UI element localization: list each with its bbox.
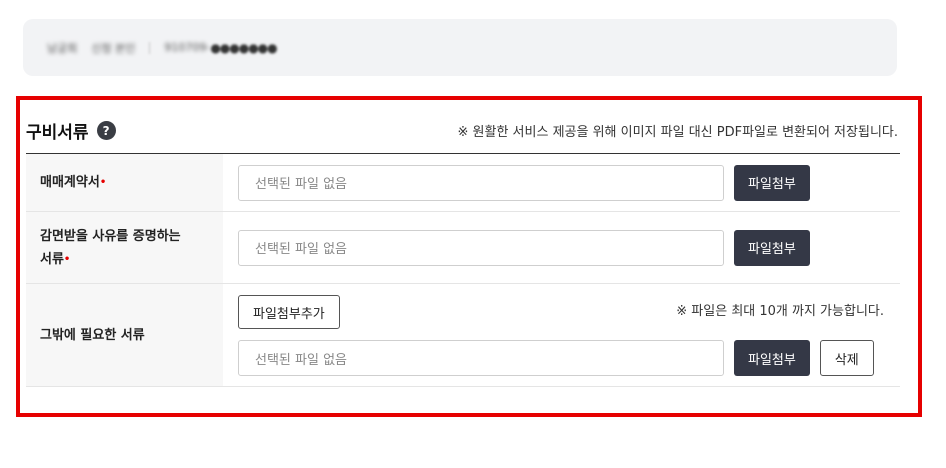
file-input[interactable]: 선택된 파일 없음 [238, 164, 724, 201]
row-label: 감면받을 사유를 증명하는 서류• [26, 212, 223, 283]
applicant-id-masked: ●●●●●●● [210, 40, 277, 55]
table-row: 매매계약서• 선택된 파일 없음 파일첨부 [26, 154, 900, 212]
row-label-text: 그밖에 필요한 서류 [40, 327, 145, 343]
row-body: 선택된 파일 없음 파일첨부 [223, 212, 900, 283]
file-input[interactable]: 선택된 파일 없음 [238, 340, 724, 376]
applicant-relation: 신청 본인 [91, 41, 136, 55]
table-row: 감면받을 사유를 증명하는 서류• 선택된 파일 없음 파일첨부 [26, 212, 900, 284]
section-header: 구비서류 ? [26, 118, 116, 143]
documents-table: 매매계약서• 선택된 파일 없음 파일첨부 감면받을 사유를 증명하는 서류• … [26, 153, 900, 387]
section-title: 구비서류 [26, 123, 89, 143]
attach-file-button[interactable]: 파일첨부 [734, 164, 810, 201]
applicant-info-bar: 남궁희 신청 본인 910709- ●●●●●●● [23, 19, 897, 76]
applicant-name: 남궁희 [47, 41, 78, 55]
row-label-text-2: 서류 [40, 251, 64, 267]
help-icon[interactable]: ? [96, 121, 116, 140]
row-label-text: 감면받을 사유를 증명하는 [40, 228, 181, 244]
row-label-text: 매매계약서 [40, 175, 100, 190]
row-body: 파일첨부추가 ※ 파일은 최대 10개 까지 가능합니다. 선택된 파일 없음 … [223, 284, 900, 386]
divider [149, 41, 151, 54]
add-attachment-button[interactable]: 파일첨부추가 [238, 295, 340, 329]
required-documents-section: 구비서류 ? ※ 원활한 서비스 제공을 위해 이미지 파일 대신 PDF파일로… [16, 96, 922, 417]
required-mark: • [63, 253, 71, 265]
applicant-id-prefix: 910709- [164, 41, 211, 54]
row-body: 선택된 파일 없음 파일첨부 [223, 154, 900, 211]
table-row: 그밖에 필요한 서류 파일첨부추가 ※ 파일은 최대 10개 까지 가능합니다.… [26, 284, 900, 387]
row-label: 그밖에 필요한 서류 [26, 284, 223, 386]
file-limit-note: ※ 파일은 최대 10개 까지 가능합니다. [676, 304, 884, 319]
row-label: 매매계약서• [26, 154, 223, 211]
file-field-group: 선택된 파일 없음 파일첨부 [238, 154, 900, 211]
file-input[interactable]: 선택된 파일 없음 [238, 229, 724, 266]
pdf-conversion-notice: ※ 원활한 서비스 제공을 위해 이미지 파일 대신 PDF파일로 변환되어 저… [457, 125, 898, 140]
delete-button[interactable]: 삭제 [819, 340, 874, 376]
attach-file-button[interactable]: 파일첨부 [734, 229, 810, 266]
file-field-group: 선택된 파일 없음 파일첨부 [238, 212, 900, 283]
file-field-group: 선택된 파일 없음 파일첨부 삭제 [238, 340, 874, 376]
required-mark: • [99, 177, 107, 188]
attach-file-button[interactable]: 파일첨부 [734, 340, 810, 376]
